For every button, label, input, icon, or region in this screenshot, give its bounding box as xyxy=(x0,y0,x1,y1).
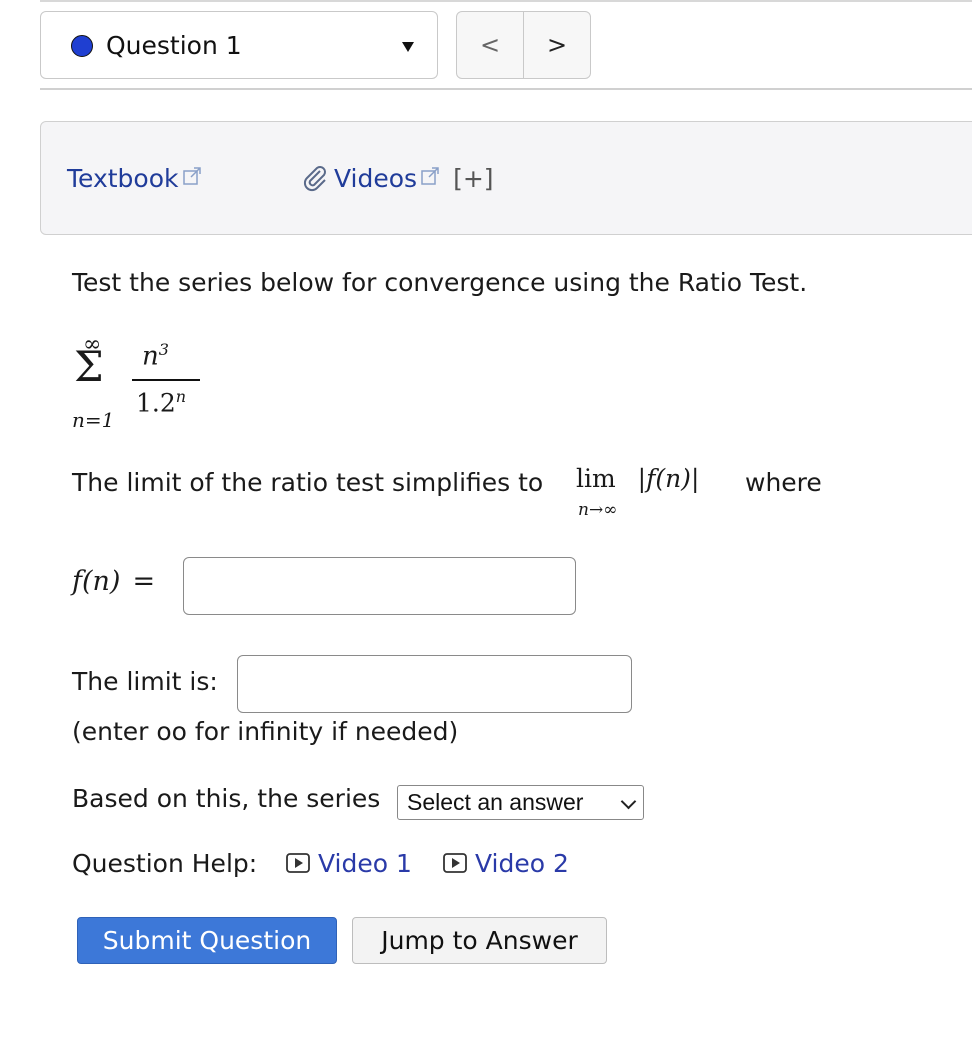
fn-label: f(n) = xyxy=(72,566,156,597)
conclusion-label: Based on this, the series xyxy=(72,784,381,813)
convergence-answer-select[interactable]: Select an answer xyxy=(397,785,644,820)
series-expression: ∞ Σ n=1 n3 1.2n xyxy=(72,332,212,432)
top-divider xyxy=(40,0,972,2)
limit-subscript: n→∞ xyxy=(578,500,618,520)
limit-function: |f(n)| xyxy=(637,464,700,493)
limit-answer-input[interactable] xyxy=(237,655,632,713)
limit-label: The limit is: xyxy=(72,667,218,696)
question-help-label: Question Help: xyxy=(72,849,258,878)
caret-down-icon xyxy=(402,42,414,52)
help-video-2-label: Video 2 xyxy=(475,849,569,878)
videos-link[interactable]: Videos [+] xyxy=(301,164,494,193)
help-video-1-link[interactable]: Video 1 xyxy=(286,849,412,878)
sum-lower-limit: n=1 xyxy=(72,408,115,432)
play-icon xyxy=(286,853,310,873)
next-question-button[interactable]: > xyxy=(523,12,590,78)
videos-link-label: Videos xyxy=(334,164,418,193)
select-value: Select an answer xyxy=(407,789,584,815)
infinity-note: (enter oo for infinity if needed) xyxy=(72,717,459,746)
chevron-down-icon xyxy=(620,793,637,810)
paperclip-icon xyxy=(303,166,326,192)
previous-question-button[interactable]: < xyxy=(457,12,523,78)
question-selector-label: Question 1 xyxy=(106,31,242,60)
fn-answer-input[interactable] xyxy=(183,557,576,615)
submit-question-button[interactable]: Submit Question xyxy=(77,917,337,964)
header-divider xyxy=(40,88,972,90)
limit-where: where xyxy=(745,468,822,497)
help-video-1-label: Video 1 xyxy=(318,849,412,878)
jump-to-answer-button[interactable]: Jump to Answer xyxy=(352,917,607,964)
question-pager: < > xyxy=(456,11,591,79)
external-link-icon xyxy=(421,167,439,185)
external-link-icon xyxy=(182,167,201,185)
question-status-dot xyxy=(71,35,93,57)
textbook-link-label: Textbook xyxy=(67,164,179,193)
limit-operator: lim xyxy=(576,464,616,493)
limit-sentence: The limit of the ratio test simplifies t… xyxy=(72,468,544,497)
problem-prompt: Test the series below for convergence us… xyxy=(72,268,808,297)
sigma-symbol: Σ xyxy=(74,342,104,391)
play-icon xyxy=(443,853,467,873)
resources-panel: Textbook Videos [+] xyxy=(40,121,972,235)
series-numerator: n3 xyxy=(142,340,169,372)
expand-videos-toggle[interactable]: [+] xyxy=(453,164,493,193)
series-denominator: 1.2n xyxy=(136,387,187,418)
fraction-bar xyxy=(132,379,200,381)
limit-expression: lim |f(n)| xyxy=(576,464,699,493)
help-video-2-link[interactable]: Video 2 xyxy=(443,849,569,878)
textbook-link[interactable]: Textbook xyxy=(67,164,201,193)
question-selector[interactable]: Question 1 xyxy=(40,11,438,79)
